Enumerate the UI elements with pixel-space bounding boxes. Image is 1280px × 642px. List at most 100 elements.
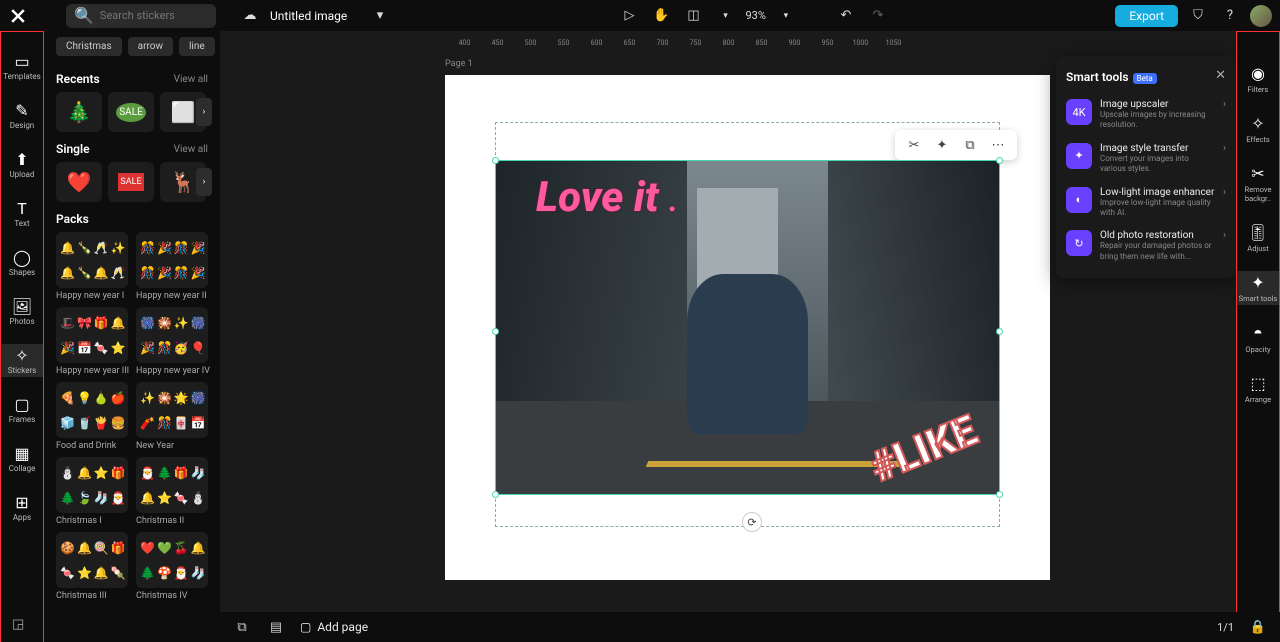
page-canvas[interactable]: ✂ ✦ ⧉ ⋯ Love it . #LIKE ⟳: [445, 75, 1050, 580]
pack-item[interactable]: 🎅🌲🎁🧦🔔⭐🍬⛄: [136, 457, 208, 513]
pack-item[interactable]: ⛄🔔⭐🎁🌲🍃🧦🎅: [56, 457, 128, 513]
recents-viewall[interactable]: View all: [174, 74, 208, 85]
pages-icon[interactable]: ▤: [266, 617, 286, 637]
resize-handle[interactable]: [996, 328, 1003, 335]
add-page-button[interactable]: ▢Add page: [300, 620, 368, 634]
cursor-tool-icon[interactable]: ▷: [617, 4, 641, 28]
upscale-icon: 4K: [1066, 99, 1092, 125]
pack-item[interactable]: 🔔🍾🥂✨🔔🍾🔔🥂: [56, 232, 128, 288]
smart-item-upscaler[interactable]: 4KImage upscalerUpscale images by increa…: [1066, 93, 1226, 137]
resize-handle[interactable]: [492, 491, 499, 498]
duplicate-icon[interactable]: ⧉: [961, 136, 979, 154]
nav-photos[interactable]: 🖼Photos: [1, 295, 43, 328]
undo-icon[interactable]: ↶: [834, 4, 858, 28]
crop-icon[interactable]: ✂: [905, 136, 923, 154]
document-title[interactable]: [270, 9, 360, 23]
collapse-icon[interactable]: ◲: [12, 617, 24, 632]
bottom-bar: ⧉ ▤ ▢Add page 1/1 🔒: [220, 612, 1280, 642]
chip-arrow[interactable]: arrow: [128, 37, 173, 56]
pack-item[interactable]: ✨🎇🌟🎆🧨🎊🀄📅: [136, 382, 208, 438]
search-icon: 🔍: [74, 6, 94, 25]
nav-templates[interactable]: ▭Templates: [1, 50, 43, 83]
ruler-horizontal: 4004505005506006507007508008509009501000…: [238, 31, 1236, 49]
pack-item[interactable]: 🍕💡🍐🍎🧊🥤🍟🍔: [56, 382, 128, 438]
ruler-vertical: [220, 49, 238, 628]
selected-image[interactable]: Love it . #LIKE: [495, 160, 1000, 495]
chevron-right-icon: ›: [1223, 187, 1226, 198]
resize-handle[interactable]: [492, 157, 499, 164]
nav-filters[interactable]: ◉Filters: [1237, 62, 1279, 96]
next-icon[interactable]: ›: [196, 168, 212, 196]
sticker-item[interactable]: ❤️: [56, 162, 102, 202]
recents-title: Recents: [56, 72, 100, 86]
chevron-right-icon: ›: [1223, 143, 1226, 154]
more-icon[interactable]: ⋯: [989, 136, 1007, 154]
single-viewall[interactable]: View all: [174, 144, 208, 155]
smart-tools-panel: Smart toolsBeta ✕ 4KImage upscalerUpscal…: [1056, 56, 1236, 278]
next-icon[interactable]: ›: [196, 98, 212, 126]
sticker-panel: Christmas arrow line Recents View all 🎄 S…: [44, 31, 220, 642]
help-icon[interactable]: ?: [1218, 4, 1242, 28]
nav-stickers[interactable]: ✧Stickers: [1, 344, 43, 377]
pack-item[interactable]: 🎩🎀🎁🔔🎉📅🍬⭐: [56, 307, 128, 363]
nav-apps[interactable]: ⊞Apps: [1, 491, 43, 524]
crop-dropdown[interactable]: ▾: [713, 4, 737, 28]
style-icon: ✦: [1066, 143, 1092, 169]
nav-opacity[interactable]: ◓Opacity: [1237, 321, 1279, 356]
zoom-dropdown[interactable]: ▾: [774, 4, 798, 28]
page-label: Page 1: [445, 59, 473, 69]
sticker-item[interactable]: SALE: [108, 162, 154, 202]
nav-text[interactable]: TText: [1, 197, 43, 230]
nav-adjust[interactable]: 🎚Adjust: [1237, 221, 1279, 255]
chevron-right-icon: ›: [1223, 99, 1226, 110]
nav-arrange[interactable]: ⬚Arrange: [1237, 372, 1279, 406]
single-title: Single: [56, 142, 90, 156]
chip-christmas[interactable]: Christmas: [56, 37, 122, 56]
sticker-item[interactable]: SALE: [108, 92, 154, 132]
resize-handle[interactable]: [996, 491, 1003, 498]
title-dropdown[interactable]: ▾: [368, 4, 392, 28]
nav-removebg[interactable]: ✂Remove backgr..: [1237, 162, 1279, 205]
text-loveit[interactable]: Love it .: [536, 173, 678, 222]
export-button[interactable]: Export: [1115, 5, 1178, 27]
app-logo[interactable]: [8, 6, 28, 26]
pack-item[interactable]: 🎆🎇✨🎆🎉🎊🥳🎈: [136, 307, 208, 363]
lock-icon[interactable]: 🔒: [1248, 617, 1268, 637]
page-count: 1/1: [1217, 621, 1234, 634]
close-icon[interactable]: ✕: [1215, 68, 1226, 83]
pack-item[interactable]: 🎊🎉🎊🎉🎊🎉🎊🎉: [136, 232, 208, 288]
resize-handle[interactable]: [996, 157, 1003, 164]
nav-effects[interactable]: ✧Effects: [1237, 112, 1279, 146]
hand-tool-icon[interactable]: ✋: [649, 4, 673, 28]
redo-icon[interactable]: ↷: [866, 4, 890, 28]
sticker-item[interactable]: 🎄: [56, 92, 102, 132]
nav-design[interactable]: ✎Design: [1, 99, 43, 132]
lowlight-icon: ◐: [1066, 187, 1092, 213]
shield-icon[interactable]: ⛉: [1186, 4, 1210, 28]
pack-item[interactable]: ❤️💚🍒🔔🌲🍄🎅🧦: [136, 532, 208, 588]
layers-icon[interactable]: ⧉: [232, 617, 252, 637]
zoom-value[interactable]: 93%: [745, 9, 765, 22]
right-nav: ◉Filters ✧Effects ✂Remove backgr.. 🎚Adju…: [1236, 31, 1280, 642]
smart-item-lowlight[interactable]: ◐Low-light image enhancerImprove low-lig…: [1066, 181, 1226, 225]
nav-frames[interactable]: ▢Frames: [1, 393, 43, 426]
search-input[interactable]: [100, 9, 208, 22]
nav-collage[interactable]: ▦Collage: [1, 442, 43, 475]
restore-icon: ↻: [1066, 230, 1092, 256]
cloud-icon[interactable]: ☁: [238, 4, 262, 28]
search-box[interactable]: 🔍: [66, 4, 216, 28]
pack-item[interactable]: 🍪🔔🍭🎁🍬⭐🔔🍡: [56, 532, 128, 588]
plus-icon: ▢: [300, 620, 311, 634]
smart-item-style[interactable]: ✦Image style transferConvert your images…: [1066, 137, 1226, 181]
sparkle-icon[interactable]: ✦: [933, 136, 951, 154]
avatar[interactable]: [1250, 5, 1272, 27]
smart-item-restoration[interactable]: ↻Old photo restorationRepair your damage…: [1066, 224, 1226, 268]
crop-icon[interactable]: ◫: [681, 4, 705, 28]
nav-smarttools[interactable]: ✦Smart tools: [1237, 271, 1279, 305]
chip-line[interactable]: line: [179, 37, 215, 56]
resize-handle[interactable]: [492, 328, 499, 335]
nav-upload[interactable]: ⬆Upload: [1, 148, 43, 181]
rotate-handle[interactable]: ⟳: [742, 512, 762, 532]
nav-shapes[interactable]: ◯Shapes: [1, 246, 43, 279]
chevron-right-icon: ›: [1223, 230, 1226, 241]
